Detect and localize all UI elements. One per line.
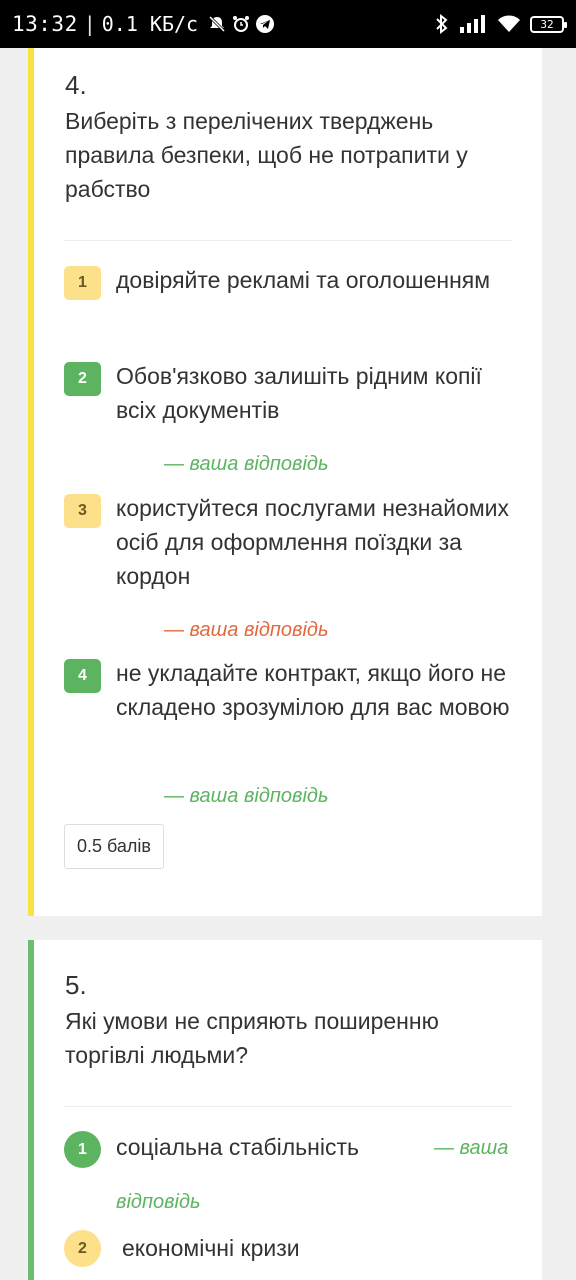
clock: 13:32: [12, 12, 78, 36]
bluetooth-icon: [436, 14, 448, 34]
option-number-badge: 1: [64, 266, 101, 300]
option-number-badge: 1: [64, 1131, 101, 1168]
option-text: не укладайте контракт, якщо його не скла…: [116, 660, 510, 720]
score-badge: 0.5 балів: [64, 824, 164, 869]
battery-icon: 32: [530, 15, 567, 33]
divider: [64, 240, 512, 241]
question-status-bar: [28, 940, 34, 1280]
your-answer-label: — ваша: [434, 1137, 509, 1159]
status-separator: |: [83, 12, 96, 36]
telegram-icon: [256, 15, 275, 33]
mute-icon: [209, 15, 226, 33]
question-status-bar: [28, 48, 34, 916]
question-card-5: 5. Які умови не сприяють поширенню торгі…: [28, 940, 542, 1280]
your-answer-label: — ваша відповідь: [164, 453, 329, 475]
option-number-badge: 4: [64, 659, 101, 693]
option-number-badge: 2: [64, 1230, 101, 1267]
battery-level: 32: [540, 17, 554, 31]
option-text: економічні кризи: [122, 1235, 300, 1261]
option-text: Обов'язково залишіть рідним копії всіх д…: [116, 363, 482, 423]
option-text: соціальна стабільність: [116, 1134, 359, 1160]
your-answer-label-continued: відповідь: [116, 1191, 201, 1213]
wifi-icon: [498, 15, 520, 32]
question-number: 5.: [65, 970, 87, 1000]
your-answer-label: — ваша відповідь: [164, 619, 329, 641]
option-text: користуйтеся послугами незнайомих осіб д…: [116, 495, 510, 589]
option-number-badge: 3: [64, 494, 101, 528]
signal-icon: [460, 15, 485, 33]
your-answer-label: — ваша відповідь: [164, 785, 329, 807]
question-text: Які умови не сприяють поширенню торгівлі…: [65, 1008, 439, 1068]
question-text: Виберіть з перелічених тверджень правила…: [65, 108, 468, 202]
option-text: довіряйте рекламі та оголошенням: [116, 267, 491, 293]
question-card-4: 4. Виберіть з перелічених тверджень прав…: [28, 48, 542, 916]
divider: [64, 1106, 512, 1107]
alarm-icon: [233, 16, 250, 32]
network-speed: 0.1 КБ/с: [101, 12, 199, 36]
option-number-badge: 2: [64, 362, 101, 396]
status-bar: 13:32 | 0.1 КБ/с 32: [0, 0, 576, 48]
question-number: 4.: [65, 70, 87, 100]
